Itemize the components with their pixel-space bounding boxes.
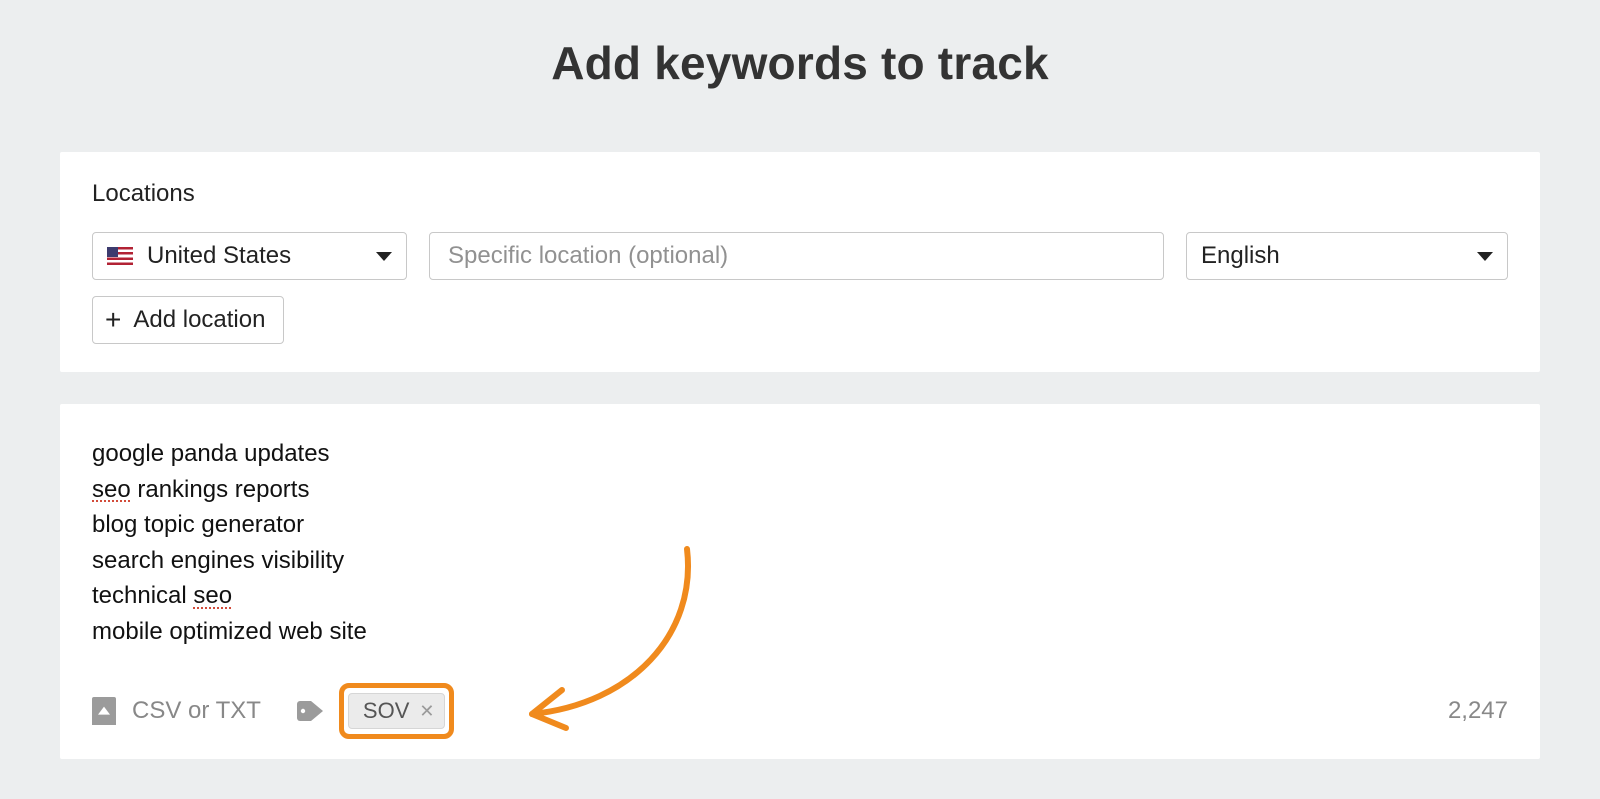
specific-location-input[interactable]: Specific location (optional) — [429, 232, 1164, 280]
locations-label: Locations — [92, 180, 1508, 208]
keyword-line: technical seo — [92, 578, 1508, 614]
country-select[interactable]: United States — [92, 232, 407, 280]
add-location-label: Add location — [133, 306, 265, 334]
char-count: 2,247 — [1448, 697, 1508, 725]
close-icon[interactable]: ✕ — [419, 702, 434, 720]
keyword-line: google panda updates — [92, 436, 1508, 472]
keyword-line: search engines visibility — [92, 543, 1508, 579]
chevron-down-icon — [376, 252, 392, 261]
misspelled-word: seo — [92, 476, 131, 503]
plus-icon: + — [105, 306, 121, 334]
flag-us-icon — [107, 247, 133, 265]
language-select-value: English — [1201, 242, 1280, 270]
add-location-button[interactable]: + Add location — [92, 296, 284, 344]
page-title: Add keywords to track — [551, 36, 1049, 90]
misspelled-word: seo — [193, 582, 232, 609]
locations-card: Locations United States Specific locatio… — [60, 152, 1540, 372]
tag-chip-highlight: SOV ✕ — [339, 683, 455, 739]
upload-label[interactable]: CSV or TXT — [132, 697, 261, 725]
tag-chip-label: SOV — [363, 698, 409, 724]
specific-location-placeholder: Specific location (optional) — [448, 242, 728, 270]
upload-icon[interactable] — [92, 697, 116, 725]
keyword-line: seo rankings reports — [92, 472, 1508, 508]
keyword-line: blog topic generator — [92, 507, 1508, 543]
chevron-down-icon — [1477, 252, 1493, 261]
language-select[interactable]: English — [1186, 232, 1508, 280]
country-select-value: United States — [147, 242, 291, 270]
tag-icon[interactable] — [297, 701, 323, 721]
keywords-textarea[interactable]: google panda updatesseo rankings reports… — [92, 436, 1508, 649]
tag-chip[interactable]: SOV ✕ — [348, 693, 446, 729]
keywords-footer: CSV or TXT SOV ✕ 2,247 — [92, 683, 1508, 739]
keyword-line: mobile optimized web site — [92, 614, 1508, 650]
keywords-card: google panda updatesseo rankings reports… — [60, 404, 1540, 759]
